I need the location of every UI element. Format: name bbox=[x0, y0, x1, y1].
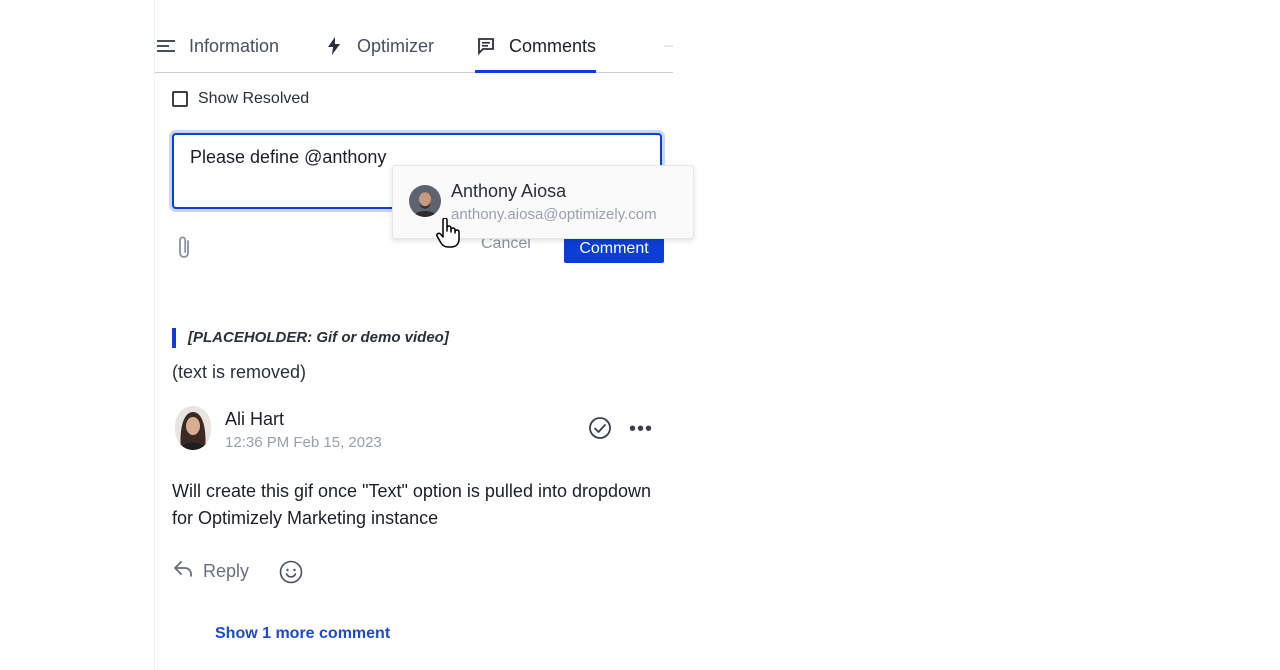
mention-email: anthony.aiosa@optimizely.com bbox=[451, 206, 657, 223]
reply-button[interactable]: Reply bbox=[173, 560, 249, 583]
comment-timestamp: 12:36 PM Feb 15, 2023 bbox=[225, 434, 382, 451]
comments-panel: Information Optimizer Comments ⊣ Show Re… bbox=[154, 0, 673, 670]
show-more-comments-link[interactable]: Show 1 more comment bbox=[215, 625, 390, 643]
more-tabs-icon[interactable]: ⊣ bbox=[663, 38, 673, 54]
paperclip-icon[interactable] bbox=[175, 234, 195, 262]
placeholder-note: [PLACEHOLDER: Gif or demo video] bbox=[172, 328, 449, 348]
show-resolved-toggle[interactable]: Show Resolved bbox=[172, 90, 309, 108]
tab-information-label: Information bbox=[189, 35, 280, 56]
lines-icon bbox=[155, 35, 177, 57]
comment-icon bbox=[475, 35, 497, 57]
more-options-icon[interactable]: ••• bbox=[629, 418, 653, 441]
reply-label: Reply bbox=[203, 561, 250, 581]
reply-arrow-icon bbox=[173, 560, 193, 583]
emoji-icon[interactable] bbox=[279, 560, 303, 584]
mention-name: Anthony Aiosa bbox=[451, 181, 567, 201]
removed-note: (text is removed) bbox=[172, 362, 307, 382]
tab-bar: Information Optimizer Comments ⊣ bbox=[155, 20, 673, 73]
lightning-icon bbox=[323, 35, 345, 57]
tab-information[interactable]: Information bbox=[155, 20, 279, 72]
show-resolved-label: Show Resolved bbox=[198, 90, 310, 107]
comment-author: Ali Hart bbox=[225, 409, 285, 429]
show-resolved-checkbox[interactable] bbox=[172, 91, 188, 107]
tab-comments-label: Comments bbox=[509, 35, 597, 56]
tab-optimizer[interactable]: Optimizer bbox=[323, 20, 434, 72]
comment-input-value: Please define @anthony bbox=[190, 147, 387, 167]
hand-cursor-icon bbox=[435, 217, 461, 248]
tab-optimizer-label: Optimizer bbox=[357, 35, 435, 56]
mention-avatar bbox=[409, 185, 441, 217]
avatar bbox=[175, 406, 211, 450]
resolve-check-icon[interactable] bbox=[588, 416, 612, 440]
tab-comments[interactable]: Comments bbox=[475, 20, 597, 73]
comment-body: Will create this gif once "Text" option … bbox=[172, 481, 652, 528]
